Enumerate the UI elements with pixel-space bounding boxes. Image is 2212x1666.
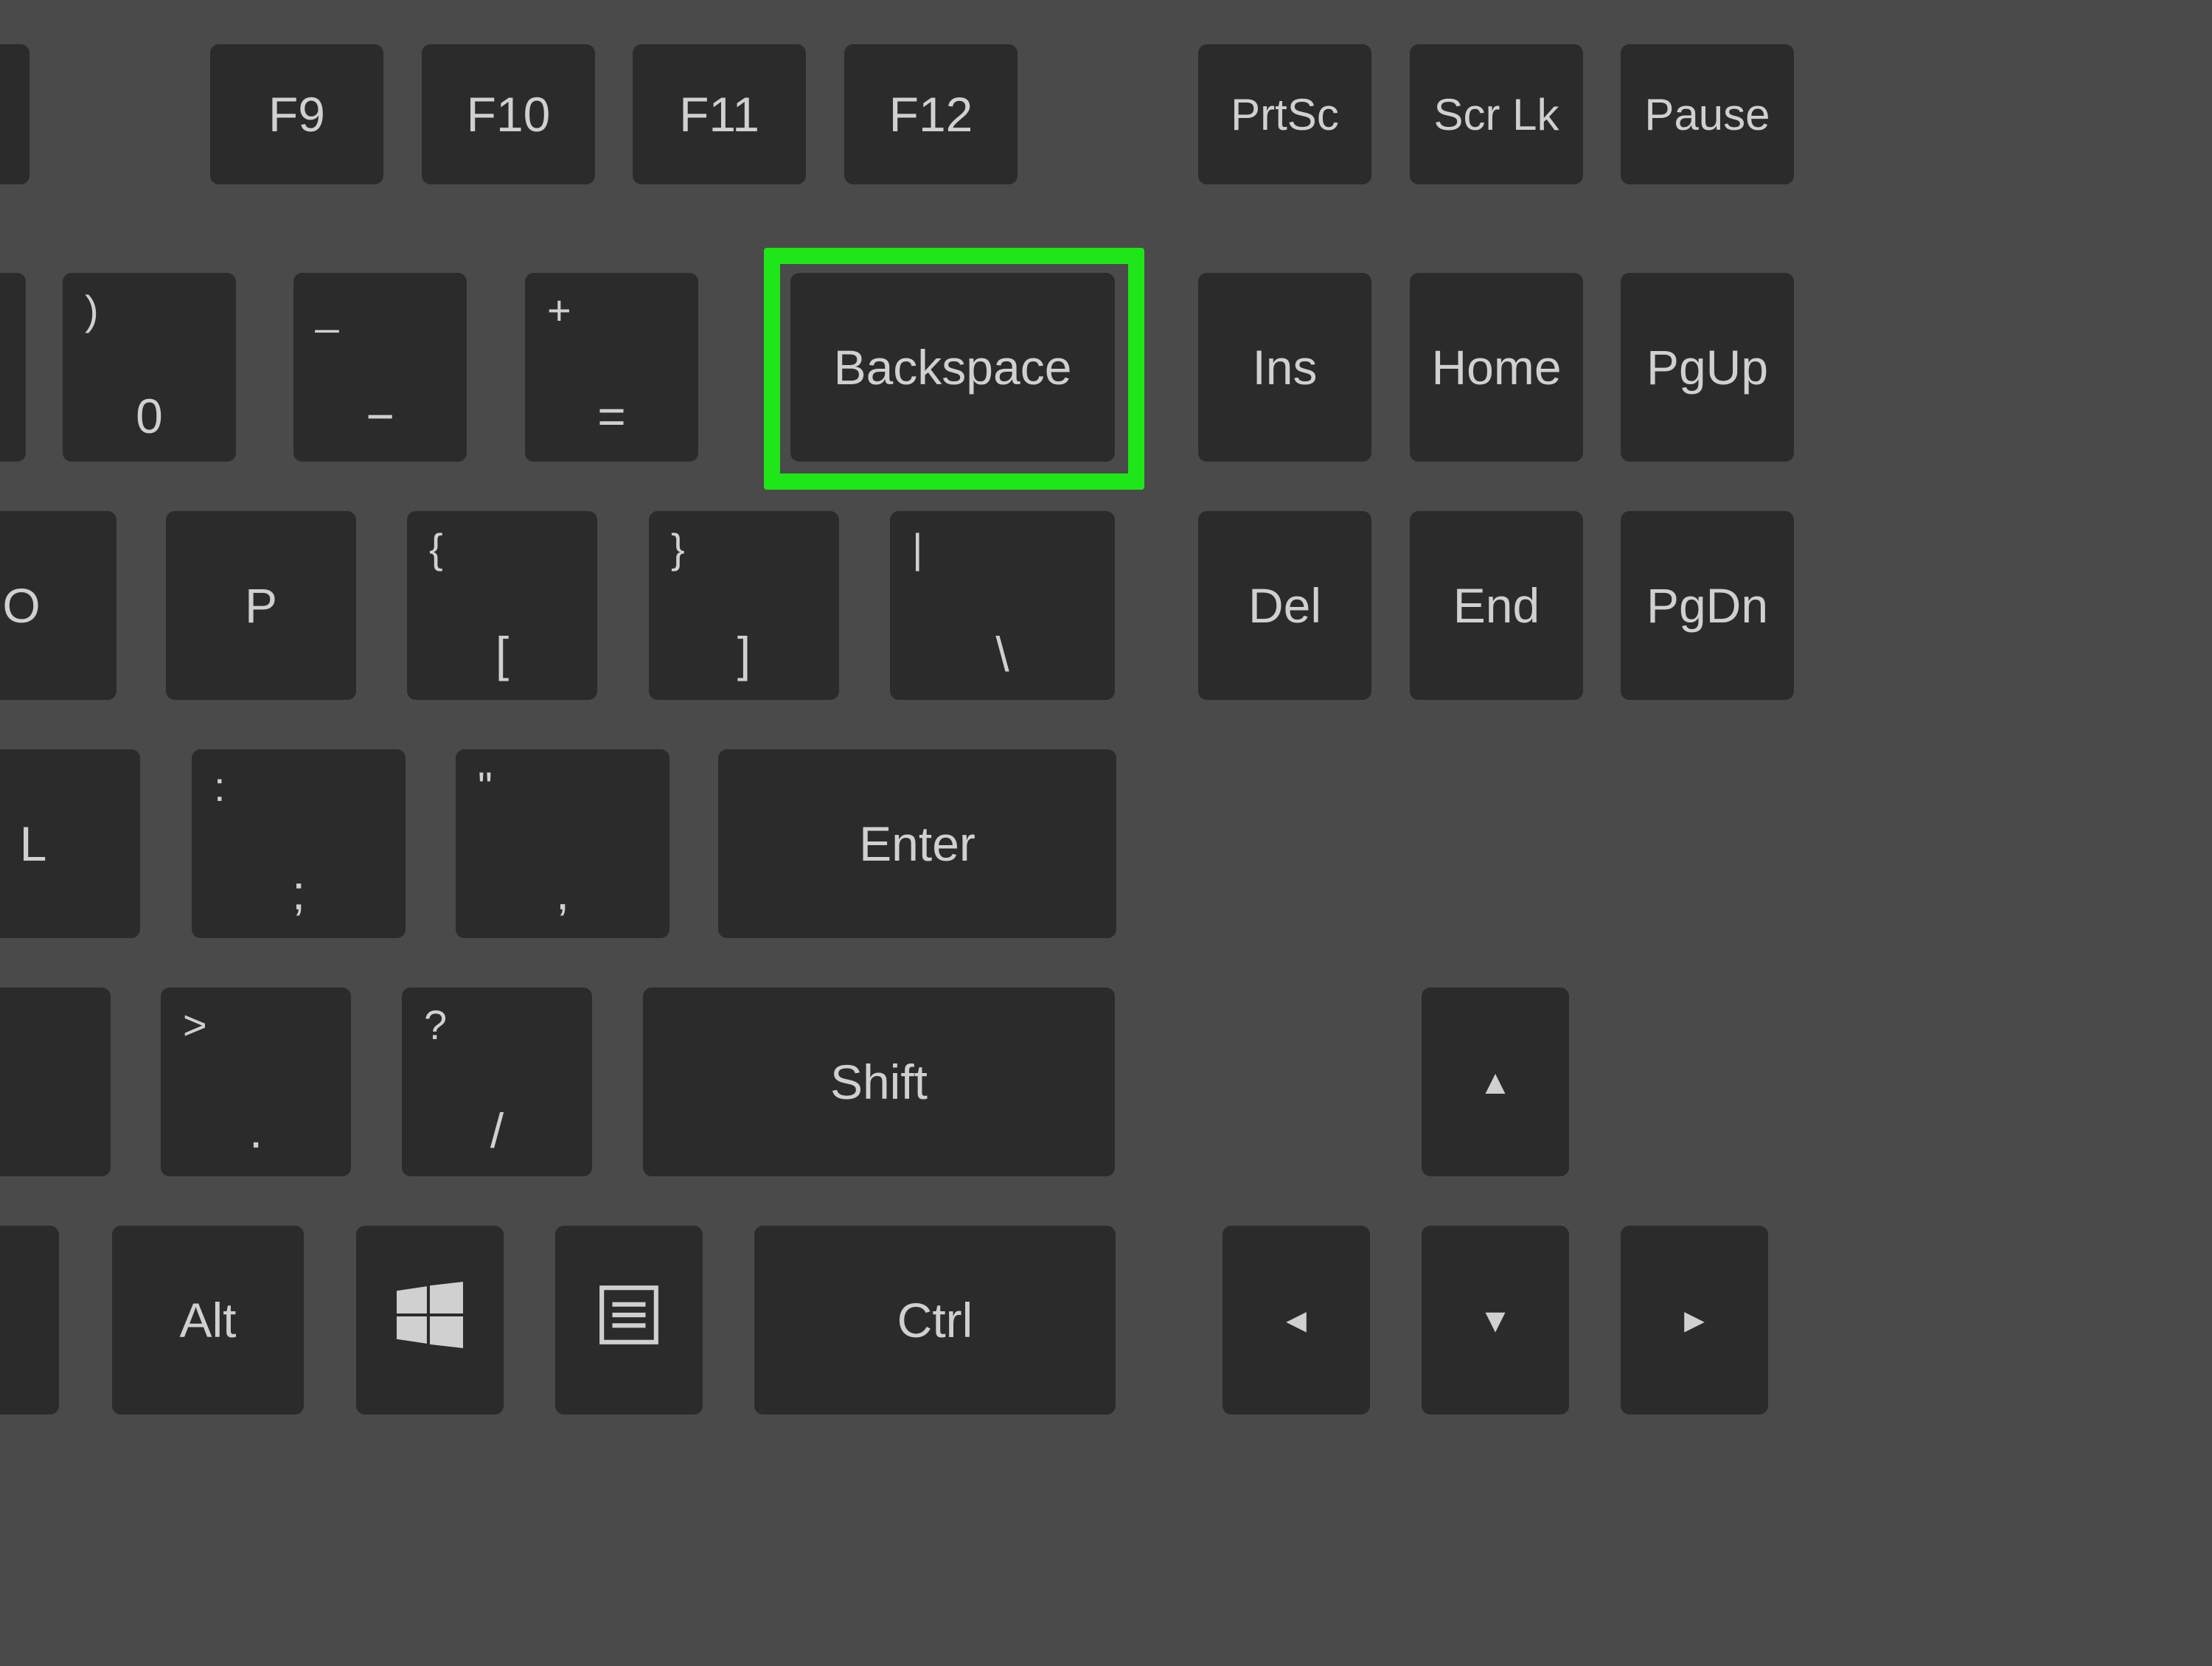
key-arrow-left[interactable]: ◄ — [1222, 1226, 1370, 1415]
key-p[interactable]: P — [166, 511, 356, 700]
arrow-right-icon: ► — [1677, 1300, 1711, 1340]
arrow-up-icon: ▲ — [1478, 1062, 1512, 1102]
key-home[interactable]: Home — [1410, 273, 1583, 462]
key-f10[interactable]: F10 — [422, 44, 595, 184]
key-backspace[interactable]: Backspace — [790, 273, 1115, 462]
key-label: Home — [1431, 339, 1561, 395]
key-lower: ] — [649, 626, 839, 682]
key-label: Enter — [859, 816, 975, 872]
key-alt[interactable]: Alt — [112, 1226, 304, 1415]
arrow-left-icon: ◄ — [1279, 1300, 1313, 1340]
key-label: Scr Lk — [1433, 89, 1559, 140]
key-enter[interactable]: Enter — [718, 749, 1116, 938]
key-label: Pause — [1644, 89, 1770, 140]
key-prtsc[interactable]: PrtSc — [1198, 44, 1371, 184]
key-f8[interactable]: 8 — [0, 44, 29, 184]
key-label: O — [2, 577, 40, 634]
key-label: Ins — [1252, 339, 1317, 395]
key-lower: \ — [890, 626, 1115, 682]
menu-icon — [596, 1282, 662, 1359]
key-upper: } — [671, 524, 685, 572]
key-0[interactable]: ) 0 — [63, 273, 236, 462]
key-upper: ) — [85, 286, 99, 334]
key-upper: " — [478, 763, 493, 811]
key-fn[interactable] — [0, 1226, 59, 1415]
key-upper: _ — [316, 286, 338, 334]
key-arrow-right[interactable]: ► — [1621, 1226, 1768, 1415]
key-upper: ? — [424, 1001, 447, 1049]
key-lower: / — [402, 1103, 592, 1159]
key-backslash[interactable]: | \ — [890, 511, 1115, 700]
windows-icon — [397, 1282, 463, 1359]
key-upper: | — [912, 524, 923, 572]
key-label: F12 — [889, 86, 973, 142]
key-semicolon[interactable]: : ; — [192, 749, 406, 938]
key-lower: [ — [407, 626, 597, 682]
key-label: Alt — [179, 1292, 236, 1348]
key-label: L — [20, 816, 47, 872]
key-equals[interactable]: + = — [525, 273, 698, 462]
key-label: End — [1453, 577, 1540, 634]
key-arrow-up[interactable]: ▲ — [1422, 988, 1569, 1176]
key-pause[interactable]: Pause — [1621, 44, 1794, 184]
key-upper: : — [214, 763, 226, 811]
key-lower: 0 — [63, 388, 236, 444]
keyboard-diagram: 8 F9 F10 F11 F12 PrtSc Scr Lk Pause ( 9 … — [0, 0, 2212, 1666]
key-rbracket[interactable]: } ] — [649, 511, 839, 700]
key-f12[interactable]: F12 — [844, 44, 1018, 184]
key-label: F11 — [679, 86, 759, 142]
key-label: Ctrl — [897, 1292, 973, 1348]
key-lower: . — [161, 1103, 351, 1159]
key-slash[interactable]: ? / — [402, 988, 592, 1176]
key-label: P — [245, 577, 277, 634]
key-upper: > — [183, 1001, 207, 1049]
key-shift-left[interactable] — [0, 988, 111, 1176]
key-upper: { — [429, 524, 443, 572]
key-pgup[interactable]: PgUp — [1621, 273, 1794, 462]
key-label: PgUp — [1646, 339, 1768, 395]
key-lower: = — [525, 388, 698, 444]
key-scrlk[interactable]: Scr Lk — [1410, 44, 1583, 184]
key-label: F9 — [268, 86, 325, 142]
key-end[interactable]: End — [1410, 511, 1583, 700]
key-lower: − — [293, 388, 467, 444]
key-f11[interactable]: F11 — [633, 44, 806, 184]
key-minus[interactable]: _ − — [293, 273, 467, 462]
key-label: Del — [1248, 577, 1321, 634]
key-upper: + — [547, 286, 571, 334]
key-ctrl-right[interactable]: Ctrl — [754, 1226, 1116, 1415]
key-arrow-down[interactable]: ▼ — [1422, 1226, 1569, 1415]
key-shift-right[interactable]: Shift — [643, 988, 1115, 1176]
key-f9[interactable]: F9 — [210, 44, 383, 184]
key-label: PrtSc — [1231, 89, 1339, 140]
key-menu[interactable] — [555, 1226, 703, 1415]
key-l[interactable]: L — [0, 749, 140, 938]
key-label: Shift — [830, 1054, 928, 1110]
arrow-down-icon: ▼ — [1478, 1300, 1512, 1340]
key-windows[interactable] — [356, 1226, 504, 1415]
key-ins[interactable]: Ins — [1198, 273, 1371, 462]
key-o[interactable]: O — [0, 511, 116, 700]
key-quote[interactable]: " , — [456, 749, 669, 938]
key-lower: 9 — [0, 388, 26, 444]
key-label: F10 — [467, 86, 551, 142]
key-label: PgDn — [1646, 577, 1768, 634]
key-del[interactable]: Del — [1198, 511, 1371, 700]
key-lbracket[interactable]: { [ — [407, 511, 597, 700]
key-period[interactable]: > . — [161, 988, 351, 1176]
key-lower: , — [456, 864, 669, 920]
key-pgdn[interactable]: PgDn — [1621, 511, 1794, 700]
key-9[interactable]: ( 9 — [0, 273, 26, 462]
key-label: Backspace — [834, 339, 1072, 395]
key-lower: ; — [192, 864, 406, 920]
